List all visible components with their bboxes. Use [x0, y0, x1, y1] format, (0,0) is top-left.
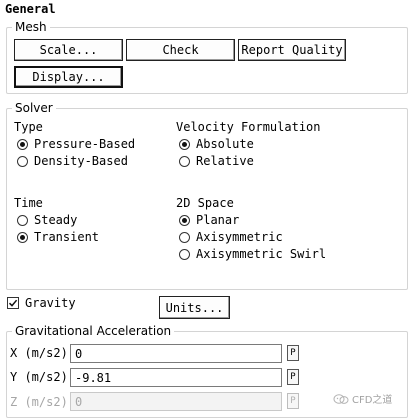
radio-indicator — [17, 214, 28, 226]
type-label: Type — [14, 120, 43, 134]
radio-absolute[interactable]: Absolute — [179, 137, 254, 151]
check-button[interactable]: Check — [126, 39, 235, 61]
z-parameter-button: P — [287, 393, 299, 409]
watermark: CFD之道 — [333, 391, 392, 406]
space-2d-label: 2D Space — [176, 196, 234, 210]
time-label: Time — [14, 196, 43, 210]
radio-indicator — [179, 214, 190, 226]
watermark-logo-icon — [333, 393, 349, 404]
radio-axisymmetric-swirl[interactable]: Axisymmetric Swirl — [179, 247, 326, 261]
radio-axisymmetric[interactable]: Axisymmetric — [179, 230, 283, 244]
radio-label: Planar — [196, 213, 240, 227]
scale-button[interactable]: Scale... — [14, 39, 123, 61]
velocity-formulation-label: Velocity Formulation — [176, 120, 321, 134]
z-label: Z (m/s2) — [10, 395, 68, 409]
z-value: 0 — [75, 394, 83, 409]
watermark-text: CFD之道 — [352, 395, 393, 406]
radio-indicator — [17, 155, 28, 167]
gravity-label: Gravity — [25, 296, 76, 310]
radio-pressure-based[interactable]: Pressure-Based — [17, 137, 135, 151]
mesh-legend: Mesh — [12, 20, 50, 34]
x-label: X (m/s2) — [10, 346, 68, 360]
x-input[interactable]: 0 — [70, 344, 282, 363]
gravitational-acceleration-legend: Gravitational Acceleration — [12, 324, 175, 338]
radio-label: Transient — [34, 230, 100, 244]
report-quality-button[interactable]: Report Quality — [238, 39, 346, 61]
radio-indicator — [179, 231, 190, 243]
radio-indicator — [17, 138, 28, 150]
radio-label: Absolute — [196, 137, 254, 151]
panel-title: General — [5, 2, 56, 16]
y-label: Y (m/s2) — [10, 370, 68, 384]
y-input[interactable]: -9.81 — [70, 368, 282, 387]
radio-relative[interactable]: Relative — [179, 154, 254, 168]
y-parameter-button[interactable]: P — [287, 369, 299, 385]
radio-indicator — [179, 138, 190, 150]
radio-indicator — [179, 248, 190, 260]
solver-legend: Solver — [12, 101, 56, 115]
y-value: -9.81 — [75, 370, 112, 385]
radio-label: Axisymmetric — [196, 230, 283, 244]
x-value: 0 — [75, 346, 83, 361]
radio-label: Relative — [196, 154, 254, 168]
display-button[interactable]: Display... — [14, 66, 123, 88]
units-button[interactable]: Units... — [159, 296, 230, 319]
radio-label: Steady — [34, 213, 78, 227]
radio-steady[interactable]: Steady — [17, 213, 77, 227]
radio-label: Pressure-Based — [34, 137, 136, 151]
gravity-checkbox[interactable]: Gravity — [7, 296, 76, 310]
radio-transient[interactable]: Transient — [17, 230, 99, 244]
checkmark-icon — [8, 299, 18, 307]
x-parameter-button[interactable]: P — [287, 345, 299, 361]
radio-indicator — [17, 231, 28, 243]
radio-label: Density-Based — [34, 154, 128, 168]
radio-density-based[interactable]: Density-Based — [17, 154, 128, 168]
radio-label: Axisymmetric Swirl — [196, 247, 327, 261]
radio-indicator — [179, 155, 190, 167]
radio-planar[interactable]: Planar — [179, 213, 239, 227]
z-input: 0 — [70, 392, 282, 411]
checkbox-indicator — [7, 297, 19, 309]
